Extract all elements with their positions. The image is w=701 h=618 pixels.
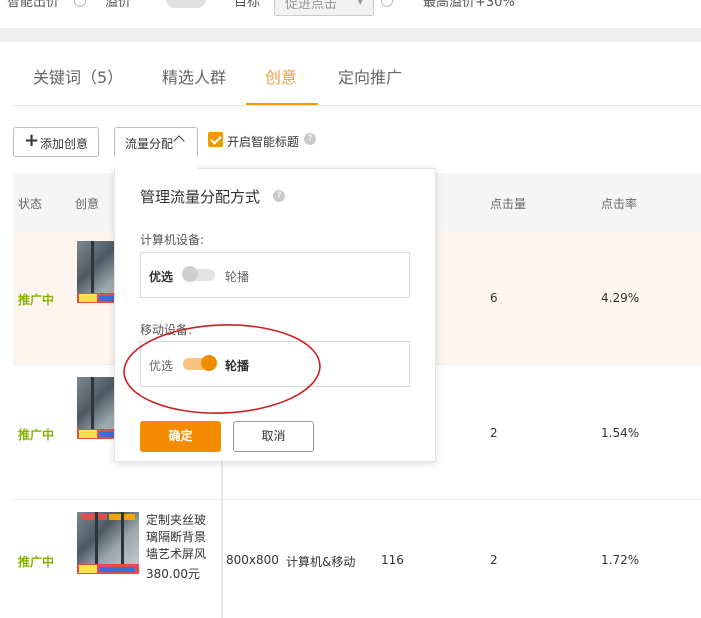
annotation-ellipse xyxy=(123,324,321,414)
